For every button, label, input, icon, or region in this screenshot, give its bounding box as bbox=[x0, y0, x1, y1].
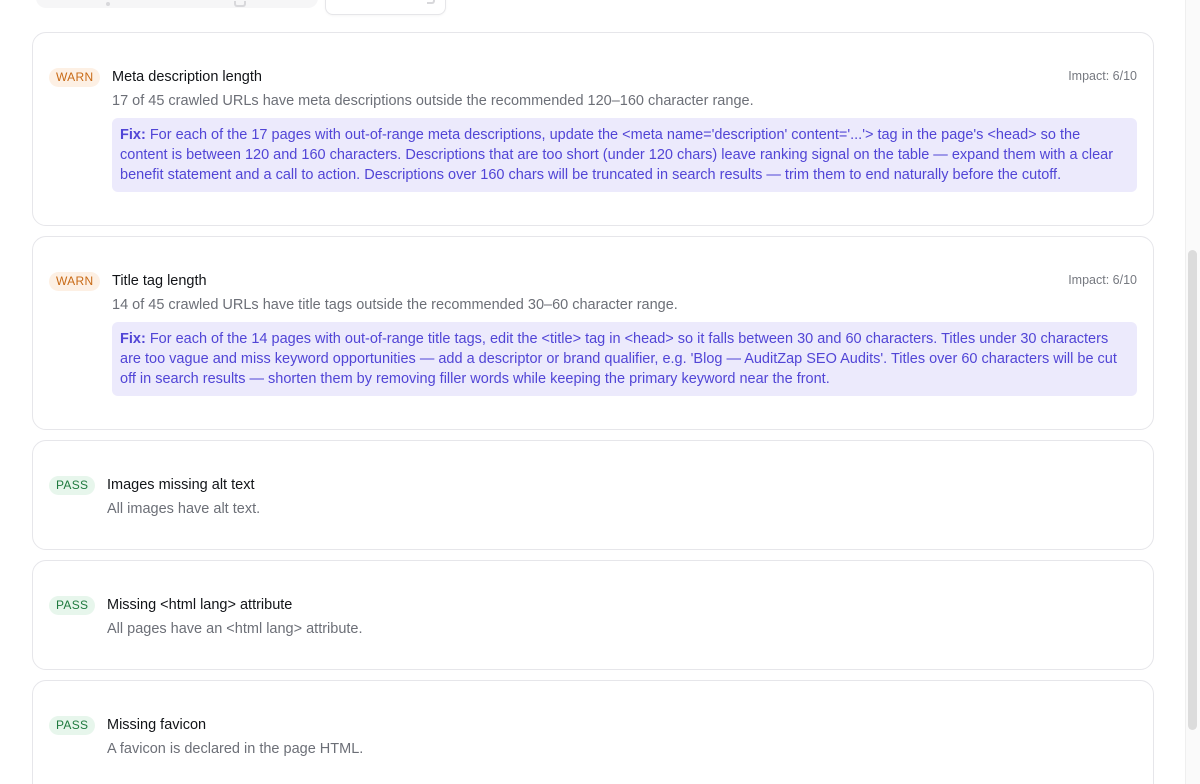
filter-bar bbox=[36, 0, 318, 8]
check-title: Missing <html lang> attribute bbox=[107, 597, 293, 613]
check-card-html-lang: PASS Missing <html lang> attribute All p… bbox=[32, 560, 1154, 670]
status-badge: WARN bbox=[49, 272, 101, 291]
fix-box: Fix: For each of the 14 pages with out-o… bbox=[112, 322, 1137, 396]
fix-label: Fix: bbox=[120, 127, 146, 143]
check-description: 17 of 45 crawled URLs have meta descript… bbox=[112, 93, 754, 109]
check-description: All pages have an <html lang> attribute. bbox=[107, 621, 363, 637]
check-title: Missing favicon bbox=[107, 717, 207, 733]
check-card-title-tag: WARN Impact: 6/10 Title tag length 14 of… bbox=[32, 236, 1154, 430]
status-badge: WARN bbox=[49, 68, 101, 87]
check-title: Meta description length bbox=[112, 69, 262, 85]
check-card-meta-description: WARN Impact: 6/10 Meta description lengt… bbox=[32, 32, 1154, 226]
filter-toggle-icon bbox=[234, 1, 246, 7]
fix-text: For each of the 14 pages with out-of-ran… bbox=[120, 331, 1117, 387]
filter-indicator-icon bbox=[106, 2, 110, 6]
check-card-favicon: PASS Missing favicon A favicon is declar… bbox=[32, 680, 1154, 784]
check-description: All images have alt text. bbox=[107, 501, 261, 517]
dropdown-button[interactable] bbox=[325, 0, 446, 15]
status-badge: PASS bbox=[49, 596, 96, 615]
check-title: Images missing alt text bbox=[107, 477, 255, 493]
fix-box: Fix: For each of the 17 pages with out-o… bbox=[112, 118, 1137, 192]
check-description: 14 of 45 crawled URLs have title tags ou… bbox=[112, 297, 678, 313]
check-description: A favicon is declared in the page HTML. bbox=[107, 741, 364, 757]
status-badge: PASS bbox=[49, 476, 96, 495]
chevron-down-icon bbox=[427, 0, 435, 4]
check-card-alt-text: PASS Images missing alt text All images … bbox=[32, 440, 1154, 550]
scrollbar-thumb[interactable] bbox=[1188, 250, 1197, 730]
status-badge: PASS bbox=[49, 716, 96, 735]
fix-label: Fix: bbox=[120, 331, 146, 347]
fix-text: For each of the 17 pages with out-of-ran… bbox=[120, 127, 1114, 183]
check-title: Title tag length bbox=[112, 273, 207, 289]
